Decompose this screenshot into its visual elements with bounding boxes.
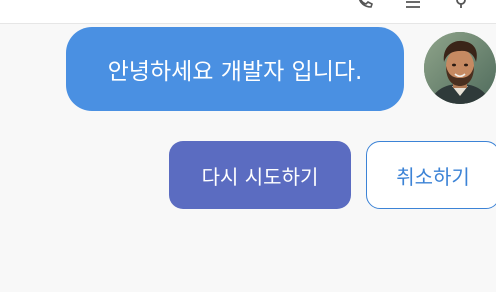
retry-button[interactable]: 다시 시도하기 (169, 141, 351, 209)
cancel-button[interactable]: 취소하기 (366, 141, 496, 209)
chat-message-text: 안녕하세요 개발자 입니다. (107, 59, 363, 85)
top-bar (0, 0, 496, 24)
top-bar-icons (356, 0, 470, 11)
retry-button-label: 다시 시도하기 (201, 164, 319, 189)
phone-icon[interactable] (356, 0, 374, 8)
cancel-button-label: 취소하기 (396, 164, 470, 189)
settings-icon[interactable] (452, 0, 470, 8)
menu-icon[interactable] (404, 0, 422, 8)
user-avatar[interactable] (424, 32, 496, 104)
avatar-portrait-icon (424, 32, 496, 104)
chat-message-bubble: 안녕하세요 개발자 입니다. (66, 27, 404, 111)
